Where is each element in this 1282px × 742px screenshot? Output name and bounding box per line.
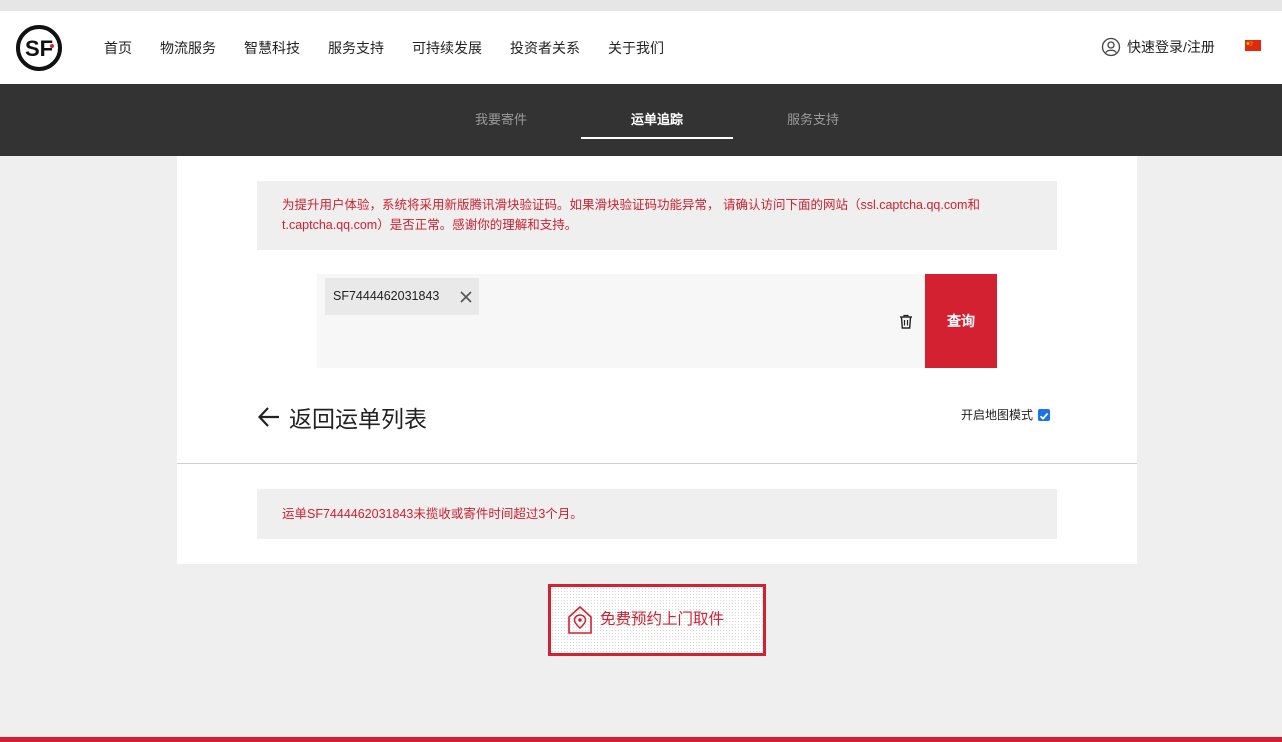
query-button[interactable]: 查询 (925, 274, 997, 368)
tab-tracking[interactable]: 运单追踪 (581, 84, 733, 140)
nav-item-logistics[interactable]: 物流服务 (160, 38, 216, 58)
main-nav: 首页 物流服务 智慧科技 服务支持 可持续发展 投资者关系 关于我们 (104, 11, 692, 84)
tab-service-support[interactable]: 服务支持 (737, 84, 889, 140)
footer-bar (0, 737, 1282, 742)
active-tab-indicator (581, 137, 733, 139)
back-to-list-link[interactable]: 返回运单列表 (257, 399, 427, 435)
pickup-label: 免费预约上门取件 (600, 611, 725, 628)
map-mode-checkbox[interactable] (1038, 408, 1051, 421)
tracking-result-message: 运单SF7444462031843未揽收或寄件时间超过3个月。 (257, 489, 1057, 539)
arrow-left-icon (257, 407, 279, 427)
free-pickup-button[interactable]: 免费预约上门取件 (548, 584, 766, 656)
svg-text:SF: SF (25, 36, 53, 61)
nav-item-home[interactable]: 首页 (104, 38, 132, 58)
sub-nav: 我要寄件 运单追踪 服务支持 (0, 84, 1282, 156)
login-button[interactable]: 快速登录/注册 (1101, 37, 1215, 57)
nav-item-about[interactable]: 关于我们 (608, 38, 664, 58)
nav-item-sustainability[interactable]: 可持续发展 (412, 38, 482, 58)
login-label: 快速登录/注册 (1127, 39, 1215, 55)
waybill-chip-label: SF7444462031843 (333, 289, 440, 303)
checkmark-icon (1039, 412, 1049, 420)
tab-send[interactable]: 我要寄件 (425, 84, 577, 140)
china-flag-icon[interactable] (1245, 40, 1261, 51)
user-icon (1101, 37, 1121, 57)
map-mode-toggle: 开启地图模式 (961, 406, 1051, 423)
trash-icon[interactable] (899, 314, 913, 329)
captcha-notice: 为提升用户体验，系统将采用新版腾讯滑块验证码。如果滑块验证码功能异常， 请确认访… (257, 181, 1057, 250)
back-label: 返回运单列表 (289, 406, 427, 432)
waybill-chip: SF7444462031843 (325, 278, 479, 315)
nav-item-support[interactable]: 服务支持 (328, 38, 384, 58)
top-strip (0, 0, 1282, 11)
tracking-panel: 为提升用户体验，系统将采用新版腾讯滑块验证码。如果滑块验证码功能异常， 请确认访… (177, 156, 1137, 564)
divider (177, 463, 1137, 464)
site-header: SF 首页 物流服务 智慧科技 服务支持 可持续发展 投资者关系 关于我们 快速… (0, 11, 1282, 84)
close-icon[interactable] (459, 290, 473, 304)
map-mode-label: 开启地图模式 (961, 408, 1034, 422)
location-house-icon (568, 606, 592, 634)
waybill-input-area[interactable]: SF7444462031843 (317, 274, 925, 368)
nav-item-investors[interactable]: 投资者关系 (510, 38, 580, 58)
sf-logo[interactable]: SF (16, 25, 62, 71)
nav-item-technology[interactable]: 智慧科技 (244, 38, 300, 58)
